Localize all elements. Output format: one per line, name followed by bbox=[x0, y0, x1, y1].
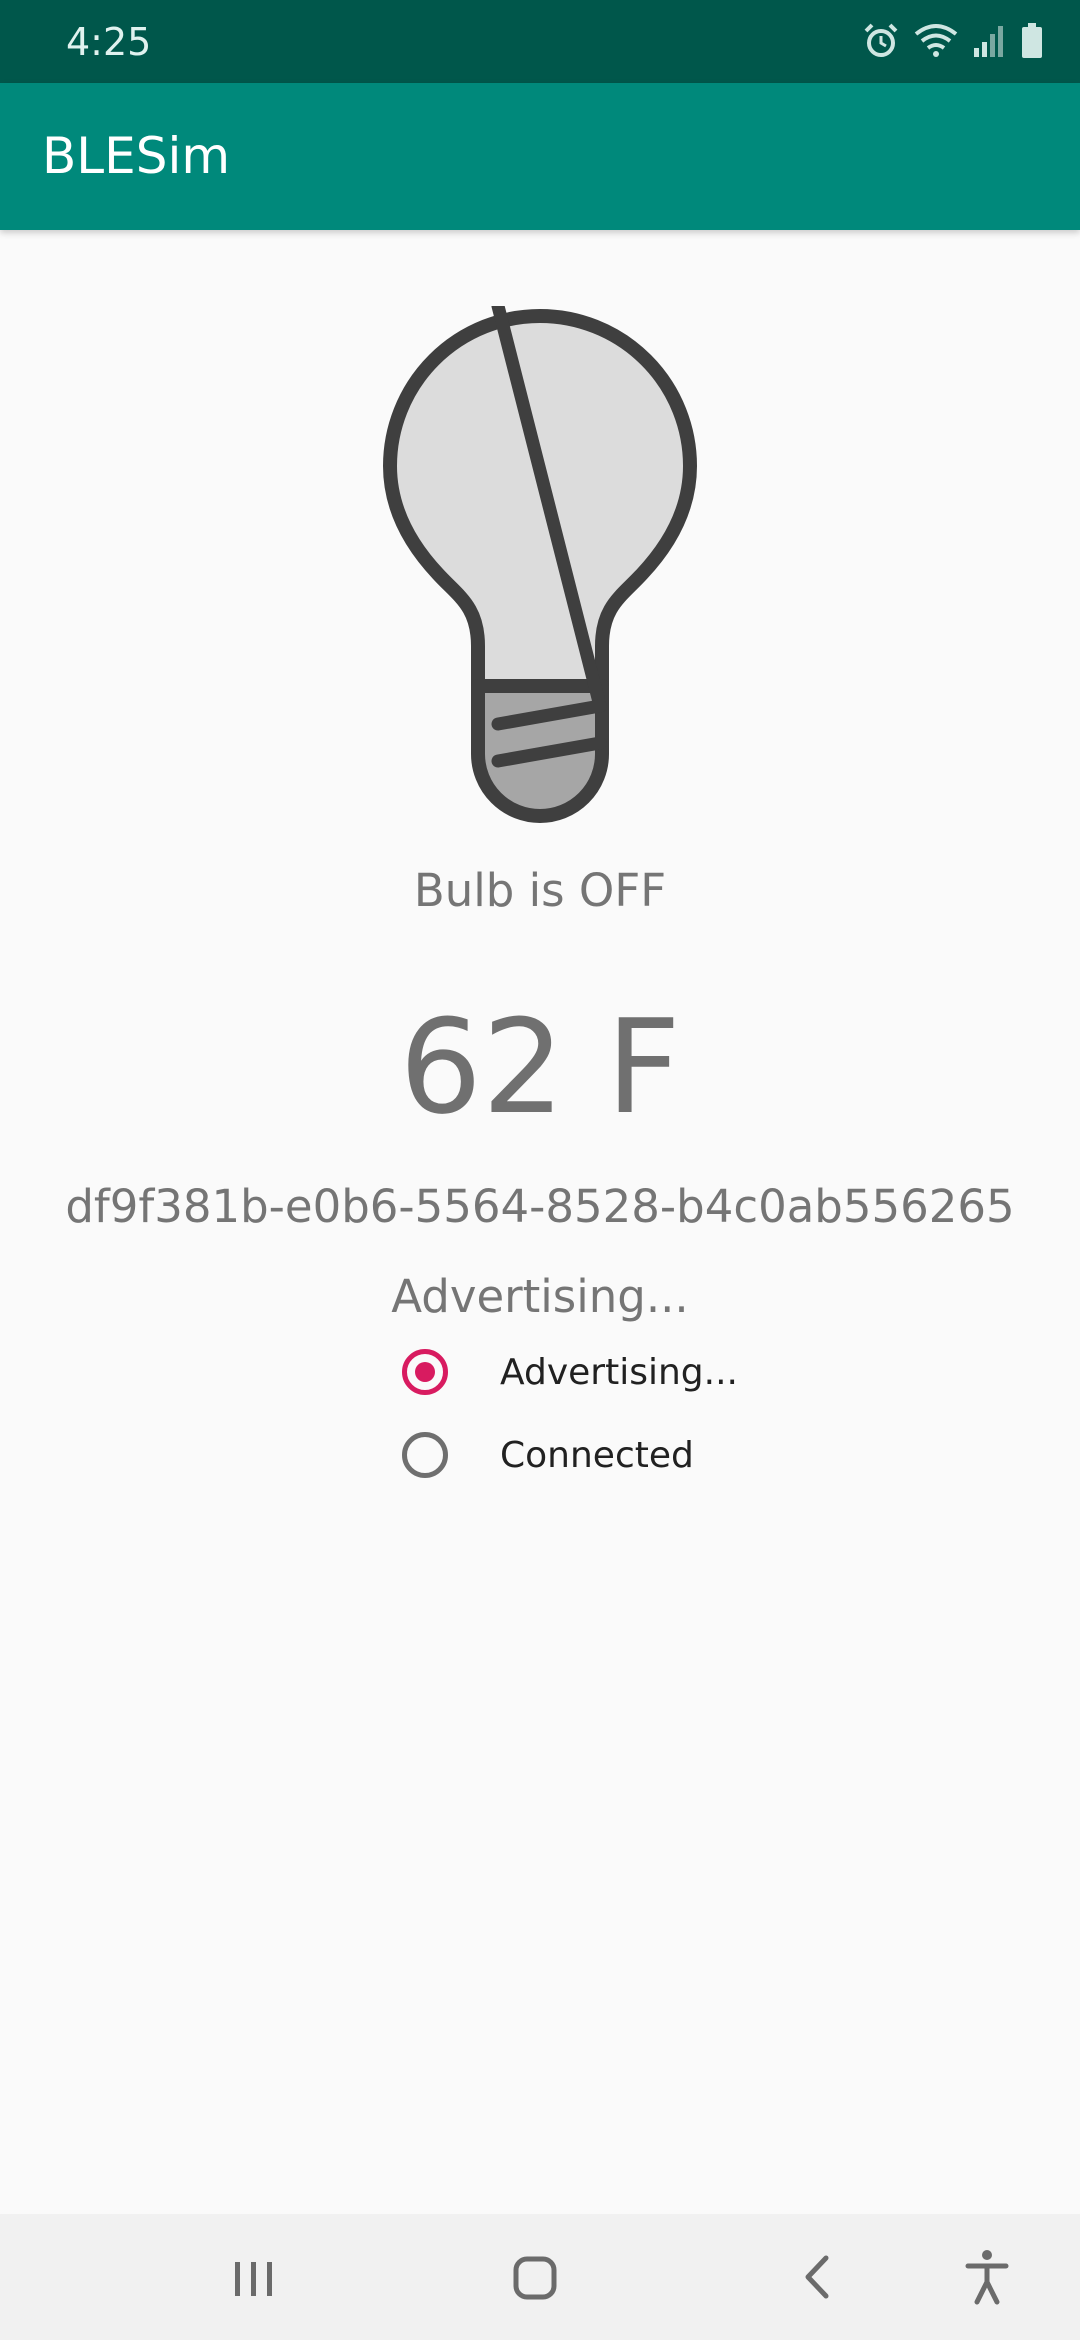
radio-connected[interactable]: Connected bbox=[402, 1420, 694, 1490]
screen: 4:25 BLESim Bulb is OFF 62 F df9f381b-e0… bbox=[0, 0, 1080, 2340]
signal-icon bbox=[972, 24, 1006, 62]
app-title: BLESim bbox=[42, 127, 231, 185]
radio-label-connected: Connected bbox=[500, 1434, 694, 1476]
lightbulb-icon bbox=[378, 299, 702, 836]
status-bar: 4:25 bbox=[0, 0, 1080, 83]
recent-apps-icon[interactable] bbox=[219, 2244, 289, 2310]
home-icon[interactable] bbox=[500, 2244, 570, 2310]
connection-status-label: Advertising... bbox=[391, 1270, 689, 1323]
bulb-state-label: Bulb is OFF bbox=[413, 864, 667, 917]
radio-checked-icon[interactable] bbox=[402, 1349, 448, 1395]
temperature-reading: 62 F bbox=[399, 991, 681, 1143]
alarm-icon bbox=[862, 22, 900, 64]
radio-unchecked-icon[interactable] bbox=[402, 1432, 448, 1478]
radio-advertising[interactable]: Advertising... bbox=[402, 1337, 738, 1407]
back-icon[interactable] bbox=[782, 2244, 852, 2310]
navigation-bar bbox=[0, 2214, 1080, 2340]
radio-label-advertising: Advertising... bbox=[500, 1351, 738, 1393]
accessibility-icon[interactable] bbox=[952, 2244, 1022, 2310]
battery-icon bbox=[1020, 23, 1044, 63]
device-id: df9f381b-e0b6-5564-8528-b4c0ab556265 bbox=[65, 1180, 1015, 1233]
app-bar: BLESim bbox=[0, 83, 1080, 230]
status-time: 4:25 bbox=[66, 20, 152, 64]
wifi-icon bbox=[914, 22, 958, 64]
status-icons bbox=[862, 22, 1044, 64]
